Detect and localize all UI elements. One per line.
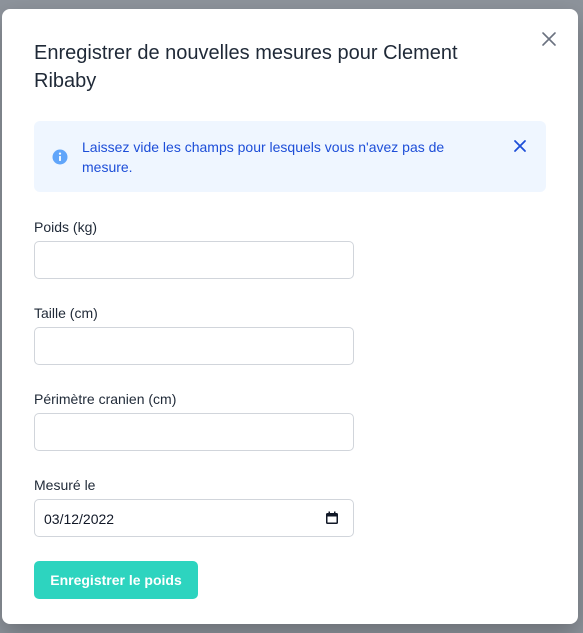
info-alert: Laissez vide les champs pour lesquels vo… xyxy=(34,121,546,192)
height-input[interactable] xyxy=(34,327,354,365)
close-dialog-button[interactable] xyxy=(538,28,560,50)
height-label: Taille (cm) xyxy=(34,305,98,321)
close-icon xyxy=(542,32,556,46)
dialog-title: Enregistrer de nouvelles mesures pour Cl… xyxy=(34,42,458,92)
calendar-icon[interactable] xyxy=(325,511,339,525)
measured-on-date-input[interactable]: 03/12/2022 xyxy=(34,499,354,537)
alert-message: Laissez vide les champs pour lesquels vo… xyxy=(82,139,445,175)
info-icon xyxy=(52,149,68,165)
close-icon[interactable] xyxy=(512,138,528,154)
weight-label: Poids (kg) xyxy=(34,219,98,235)
measurements-dialog: Enregistrer de nouvelles mesures pour Cl… xyxy=(2,9,578,624)
weight-input[interactable] xyxy=(34,241,354,279)
measured-on-label: Mesuré le xyxy=(34,477,96,493)
head-circumference-input[interactable] xyxy=(34,413,354,451)
head-circumference-label: Périmètre cranien (cm) xyxy=(34,391,177,407)
date-value: 03/12/2022 xyxy=(44,511,115,527)
save-measurements-button[interactable]: Enregistrer le poids xyxy=(34,561,198,599)
